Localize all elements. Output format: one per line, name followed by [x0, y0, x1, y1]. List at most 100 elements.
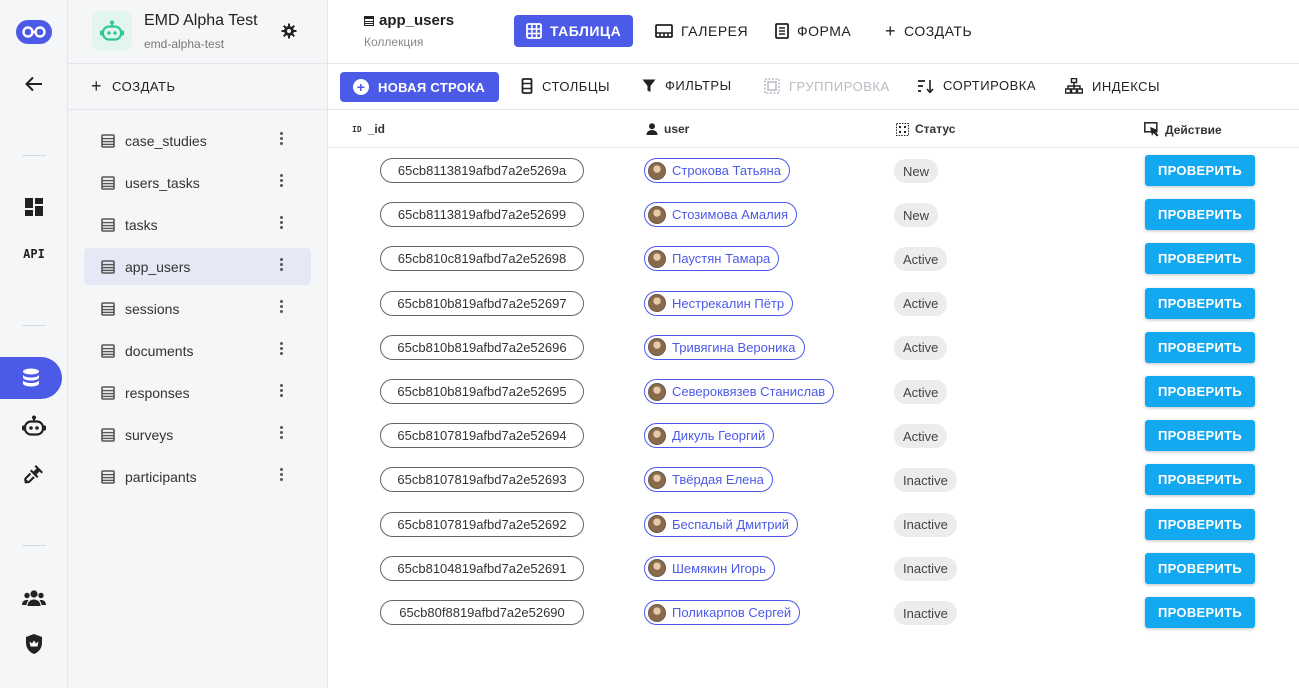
- column-header-id[interactable]: ID _id: [352, 122, 385, 136]
- more-vertical-icon[interactable]: [279, 132, 283, 145]
- user-chip[interactable]: Стозимова Амалия: [644, 202, 797, 228]
- columns-button[interactable]: СТОЛБЦЫ: [521, 78, 610, 94]
- table-row: 65cb810b819afbd7a2e52696 Тривягина Верони…: [328, 325, 1299, 369]
- collection-label: sessions: [125, 300, 180, 317]
- hierarchy-icon: [1065, 78, 1083, 94]
- user-chip[interactable]: Дикуль Георгий: [644, 423, 775, 449]
- id-chip[interactable]: 65cb810b819afbd7a2e52697: [380, 290, 584, 316]
- collection-item[interactable]: sessions: [84, 290, 311, 327]
- filters-button[interactable]: ФИЛЬТРЫ: [642, 78, 732, 93]
- more-vertical-icon[interactable]: [279, 300, 283, 313]
- collection-item[interactable]: surveys: [84, 416, 311, 453]
- more-vertical-icon[interactable]: [279, 342, 283, 355]
- check-button[interactable]: ПРОВЕРИТЬ: [1145, 420, 1255, 452]
- logo-icon[interactable]: [0, 12, 68, 52]
- collection-item[interactable]: tasks: [84, 206, 311, 243]
- table-icon: [364, 15, 374, 26]
- id-chip[interactable]: 65cb8107819afbd7a2e52694: [380, 423, 584, 449]
- plus-icon: +: [91, 76, 103, 96]
- user-chip[interactable]: Тривягина Вероника: [644, 334, 805, 360]
- column-header-action-label: Действие: [1165, 122, 1222, 137]
- database-nav-button[interactable]: [0, 357, 62, 399]
- indexes-button[interactable]: ИНДЕКСЫ: [1065, 78, 1160, 94]
- id-chip[interactable]: 65cb80f8819afbd7a2e52690: [380, 600, 584, 625]
- new-row-button[interactable]: + НОВАЯ СТРОКА: [340, 72, 499, 102]
- collection-item[interactable]: participants: [84, 458, 311, 495]
- check-button[interactable]: ПРОВЕРИТЬ: [1145, 199, 1255, 231]
- create-view-label: СОЗДАТЬ: [904, 23, 973, 39]
- collection-label: responses: [125, 384, 190, 401]
- column-header-user[interactable]: user: [646, 122, 689, 136]
- collection-item[interactable]: case_studies: [84, 122, 311, 159]
- view-gallery-button[interactable]: ГАЛЕРЕЯ: [643, 15, 760, 47]
- view-form-button[interactable]: ФОРМА: [763, 15, 863, 47]
- user-chip[interactable]: Твёрдая Елена: [644, 467, 773, 493]
- more-vertical-icon[interactable]: [279, 174, 283, 187]
- grouping-button[interactable]: ГРУППИРОВКА: [764, 78, 890, 94]
- project-name: EMD Alpha Test: [144, 12, 258, 29]
- user-chip[interactable]: Шемякин Игорь: [644, 555, 775, 581]
- user-name: Паустян Тамара: [672, 251, 771, 267]
- id-chip[interactable]: 65cb8113819afbd7a2e5269a: [380, 158, 584, 183]
- table-icon: [101, 427, 115, 442]
- users-icon[interactable]: [0, 578, 68, 618]
- id-chip[interactable]: 65cb8107819afbd7a2e52692: [380, 511, 584, 537]
- check-button[interactable]: ПРОВЕРИТЬ: [1145, 552, 1255, 584]
- view-table-button[interactable]: ТАБЛИЦА: [514, 15, 634, 47]
- check-button[interactable]: ПРОВЕРИТЬ: [1145, 331, 1255, 363]
- more-vertical-icon[interactable]: [279, 468, 283, 481]
- avatar: [648, 515, 666, 534]
- select-grid-icon: [896, 122, 909, 136]
- id-chip[interactable]: 65cb8113819afbd7a2e52699: [380, 202, 584, 228]
- id-chip[interactable]: 65cb810b819afbd7a2e52695: [380, 379, 584, 404]
- table-icon: [101, 469, 115, 484]
- create-collection-button[interactable]: + СОЗДАТЬ: [68, 64, 327, 110]
- back-arrow-icon[interactable]: [0, 64, 68, 104]
- more-vertical-icon[interactable]: [279, 258, 283, 271]
- table-icon: [101, 385, 115, 400]
- more-vertical-icon[interactable]: [279, 426, 283, 439]
- sorting-button[interactable]: СОРТИРОВКА: [918, 78, 1036, 93]
- more-vertical-icon[interactable]: [279, 384, 283, 397]
- cursor-click-icon: [1144, 122, 1159, 137]
- user-chip[interactable]: Паустян Тамара: [644, 246, 780, 272]
- collection-item[interactable]: users_tasks: [84, 164, 311, 201]
- columns-icon: [521, 78, 533, 94]
- collection-item[interactable]: app_users: [84, 248, 311, 285]
- check-button[interactable]: ПРОВЕРИТЬ: [1145, 376, 1255, 407]
- check-button[interactable]: ПРОВЕРИТЬ: [1145, 155, 1255, 186]
- check-button[interactable]: ПРОВЕРИТЬ: [1145, 508, 1255, 540]
- status-badge: Inactive: [894, 512, 957, 537]
- view-form-label: ФОРМА: [797, 23, 852, 39]
- collection-item[interactable]: documents: [84, 332, 311, 369]
- column-header-action[interactable]: Действие: [1144, 122, 1222, 137]
- more-vertical-icon[interactable]: [279, 216, 283, 229]
- create-view-button[interactable]: + СОЗДАТЬ: [873, 15, 984, 47]
- plug-icon[interactable]: [0, 454, 68, 494]
- view-table-label: ТАБЛИЦА: [550, 23, 622, 39]
- id-chip[interactable]: 65cb810b819afbd7a2e52696: [380, 334, 584, 360]
- user-chip[interactable]: Нестрекалин Пётр: [644, 290, 794, 316]
- check-button[interactable]: ПРОВЕРИТЬ: [1145, 287, 1255, 319]
- column-header-status[interactable]: Статус: [896, 122, 955, 136]
- status-badge: New: [894, 159, 939, 183]
- id-chip[interactable]: 65cb810c819afbd7a2e52698: [380, 246, 584, 272]
- shield-icon[interactable]: [0, 624, 68, 664]
- table-row: 65cb8113819afbd7a2e52699 Стозимова Амалия…: [328, 192, 1299, 236]
- project-slug: emd-alpha-test: [144, 37, 225, 51]
- check-button[interactable]: ПРОВЕРИТЬ: [1145, 243, 1255, 275]
- user-chip[interactable]: Беспалый Дмитрий: [644, 511, 799, 537]
- check-button[interactable]: ПРОВЕРИТЬ: [1145, 464, 1255, 496]
- project-settings-gear-icon[interactable]: [281, 23, 297, 44]
- user-chip[interactable]: Североквязев Станислав: [644, 379, 835, 404]
- id-chip[interactable]: 65cb8107819afbd7a2e52693: [380, 467, 584, 493]
- dashboard-icon[interactable]: [0, 187, 68, 227]
- bot-icon[interactable]: [0, 406, 68, 446]
- user-chip[interactable]: Поликарпов Сергей: [644, 600, 801, 625]
- form-icon: [775, 23, 789, 39]
- id-chip[interactable]: 65cb8104819afbd7a2e52691: [380, 555, 584, 581]
- collection-item[interactable]: responses: [84, 374, 311, 411]
- api-icon[interactable]: API: [0, 234, 68, 274]
- check-button[interactable]: ПРОВЕРИТЬ: [1145, 597, 1255, 628]
- user-chip[interactable]: Строкова Татьяна: [644, 158, 790, 183]
